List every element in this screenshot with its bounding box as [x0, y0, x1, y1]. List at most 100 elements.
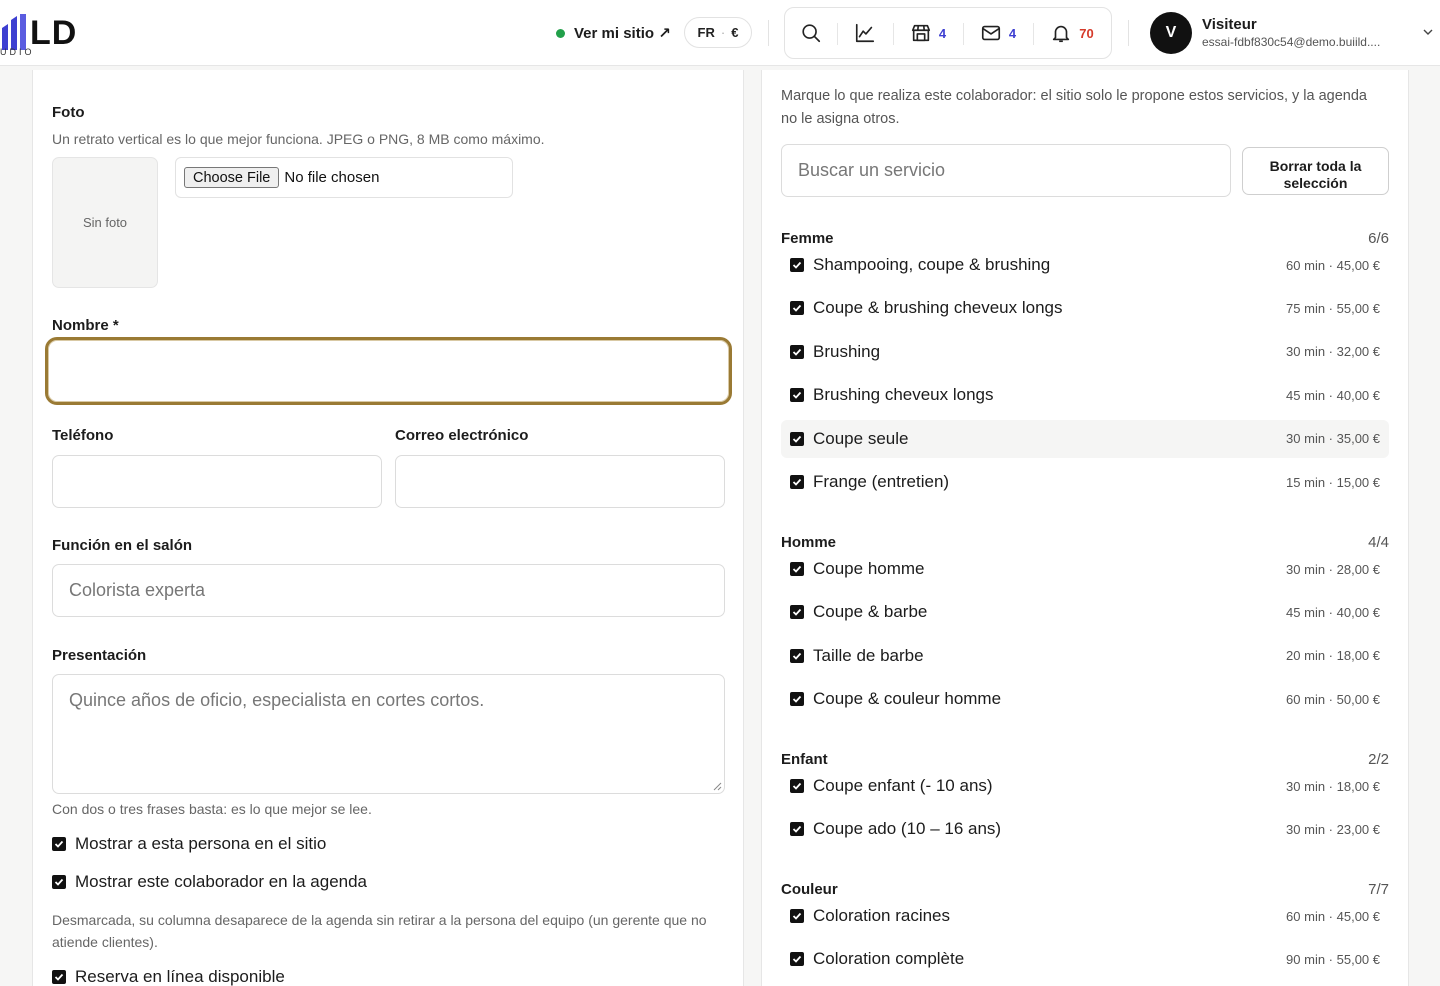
brand-sub: UDIO: [0, 47, 35, 57]
show-on-site-checkbox[interactable]: Mostrar a esta persona en el sitio: [52, 834, 326, 854]
role-placeholder: Colorista experta: [69, 580, 206, 600]
role-label: Función en el salón: [52, 537, 193, 554]
currency-label: €: [731, 25, 739, 40]
service-name: Shampooing, coupe & brushing: [813, 255, 1051, 274]
phone-input[interactable]: [52, 455, 382, 508]
checkbox-checked-icon[interactable]: [790, 301, 804, 316]
language-label: FR: [697, 25, 715, 40]
header-divider: [768, 20, 769, 46]
service-name: Coupe & couleur homme: [813, 689, 1002, 709]
service-name: Coloration complète: [813, 949, 965, 968]
checkbox-checked-icon[interactable]: [790, 562, 804, 576]
checkbox-checked-icon[interactable]: [790, 344, 804, 359]
email-input[interactable]: [395, 455, 725, 508]
service-duration-price: 30 min · 35,00 €: [1286, 431, 1380, 447]
bell-icon: [1053, 25, 1070, 43]
service-row[interactable]: Coloration complète 90 min · 55,00 €: [781, 940, 1389, 978]
photo-file-input[interactable]: Choose File No file chosen: [175, 157, 513, 198]
service-duration-price: 15 min · 15,00 €: [1286, 474, 1380, 490]
service-group-count: 7/7: [1368, 881, 1389, 898]
checkbox-checked-icon[interactable]: [790, 475, 804, 489]
top-bar: LD UDIO Ver mi sitio ↗ FR · € 4 4 70 V V…: [0, 0, 1440, 66]
service-name: Taille de barbe: [813, 645, 924, 665]
chevron-down-icon: [1423, 29, 1433, 35]
service-row[interactable]: Coupe ado (10 – 16 ans) 30 min · 23,00 €: [781, 810, 1389, 848]
stats-button[interactable]: [837, 8, 893, 58]
checkbox-checked-icon[interactable]: [790, 431, 804, 446]
checkbox-checked-icon[interactable]: [790, 605, 804, 620]
service-group-count: 2/2: [1368, 751, 1389, 768]
service-row[interactable]: Brushing cheveux longs 45 min · 40,00 €: [781, 376, 1389, 414]
service-group-count: 6/6: [1368, 230, 1389, 247]
bio-placeholder: Quince años de oficio, especialista en c…: [69, 690, 485, 710]
checkbox-checked-icon[interactable]: [790, 648, 804, 663]
service-name: Brushing cheveux longs: [813, 385, 994, 405]
agenda-help: Desmarcada, su columna desaparece de la …: [52, 912, 707, 950]
collaborator-form: Foto Un retrato vertical es lo que mejor…: [32, 70, 744, 986]
checkbox-checked-icon[interactable]: [52, 875, 66, 889]
checkbox-checked-icon[interactable]: [790, 779, 804, 793]
service-duration-price: 30 min · 18,00 €: [1286, 778, 1380, 794]
service-row[interactable]: Coupe & couleur homme 60 min · 50,00 €: [781, 680, 1389, 718]
shop-button[interactable]: 4: [893, 8, 963, 58]
service-name: Coupe homme: [813, 559, 925, 578]
avatar: V: [1150, 12, 1192, 54]
phone-label: Teléfono: [52, 427, 114, 444]
service-name: Frange (entretien): [813, 472, 950, 491]
service-duration-price: 60 min · 50,00 €: [1286, 691, 1380, 707]
name-input[interactable]: [45, 337, 732, 405]
online-status-dot: [556, 28, 565, 38]
photo-preview: Sin foto: [52, 157, 158, 288]
online-booking-checkbox[interactable]: Reserva en línea disponible: [52, 967, 285, 986]
file-status: No file chosen: [284, 169, 380, 186]
service-row[interactable]: Shampooing, coupe & brushing 60 min · 45,…: [781, 246, 1389, 284]
mail-icon: [981, 25, 1000, 41]
search-button[interactable]: [785, 8, 837, 58]
service-row[interactable]: Coupe & brushing cheveux longs 75 min · 5…: [781, 289, 1389, 327]
clear-selection-button[interactable]: Borrar toda la selección: [1242, 147, 1389, 195]
checkbox-checked-icon[interactable]: [790, 692, 804, 707]
user-menu[interactable]: V Visiteur essai-fdbf830c54@demo.buiild.…: [1150, 12, 1440, 54]
checkbox-checked-icon[interactable]: [790, 909, 804, 923]
service-name: Coupe & barbe: [813, 602, 928, 622]
checkbox-checked-icon[interactable]: [790, 822, 804, 837]
checkbox-checked-icon[interactable]: [790, 258, 804, 272]
header-toolbar: 4 4 70: [784, 7, 1112, 59]
checkbox-checked-icon[interactable]: [790, 952, 804, 966]
show-in-agenda-checkbox[interactable]: Mostrar este colaborador en la agenda: [52, 872, 367, 892]
service-search-input[interactable]: Buscar un servicio: [781, 144, 1231, 197]
bio-textarea[interactable]: Quince años de oficio, especialista en c…: [52, 674, 725, 794]
messages-button[interactable]: 4: [963, 8, 1033, 58]
service-row[interactable]: Coloration racines 60 min · 45,00 €: [781, 897, 1389, 935]
notifications-button[interactable]: 70: [1033, 8, 1111, 58]
service-group-title: Couleur: [781, 881, 838, 898]
service-row[interactable]: Coupe & barbe 45 min · 40,00 €: [781, 593, 1389, 631]
show-in-agenda-label: Mostrar este colaborador en la agenda: [75, 872, 368, 891]
shop-icon: [911, 24, 930, 42]
service-name: Coupe seule: [813, 428, 909, 448]
header-divider: [1128, 20, 1129, 46]
brand-logo[interactable]: LD UDIO: [0, 6, 110, 60]
language-currency-switch[interactable]: FR · €: [684, 17, 752, 48]
checkbox-checked-icon[interactable]: [52, 970, 66, 984]
email-label: Correo electrónico: [395, 427, 529, 444]
service-row[interactable]: Coupe seule 30 min · 35,00 €: [781, 419, 1389, 458]
resize-handle-icon[interactable]: [712, 781, 722, 791]
service-row[interactable]: Coupe homme 30 min · 28,00 €: [781, 550, 1389, 588]
shop-badge: 4: [938, 25, 947, 41]
service-group-title: Homme: [781, 534, 837, 551]
service-row[interactable]: Brushing 30 min · 32,00 €: [781, 333, 1389, 371]
service-row[interactable]: Coupe enfant (- 10 ans) 30 min · 18,00 €: [781, 767, 1389, 805]
view-site-link[interactable]: Ver mi sitio ↗: [556, 22, 671, 44]
service-row[interactable]: Frange (entretien) 15 min · 15,00 €: [781, 463, 1389, 501]
checkbox-checked-icon[interactable]: [52, 837, 66, 851]
service-name: Coupe ado (10 – 16 ans): [813, 819, 1002, 839]
checkbox-checked-icon[interactable]: [790, 388, 804, 403]
service-row[interactable]: Taille de barbe 20 min · 18,00 €: [781, 637, 1389, 675]
role-input[interactable]: Colorista experta: [52, 564, 725, 617]
choose-file-button[interactable]: Choose File: [184, 167, 280, 188]
service-duration-price: 90 min · 55,00 €: [1286, 951, 1380, 967]
pill-separator: ·: [720, 25, 726, 40]
service-duration-price: 30 min · 32,00 €: [1286, 344, 1380, 360]
online-booking-label: Reserva en línea disponible: [75, 967, 285, 986]
